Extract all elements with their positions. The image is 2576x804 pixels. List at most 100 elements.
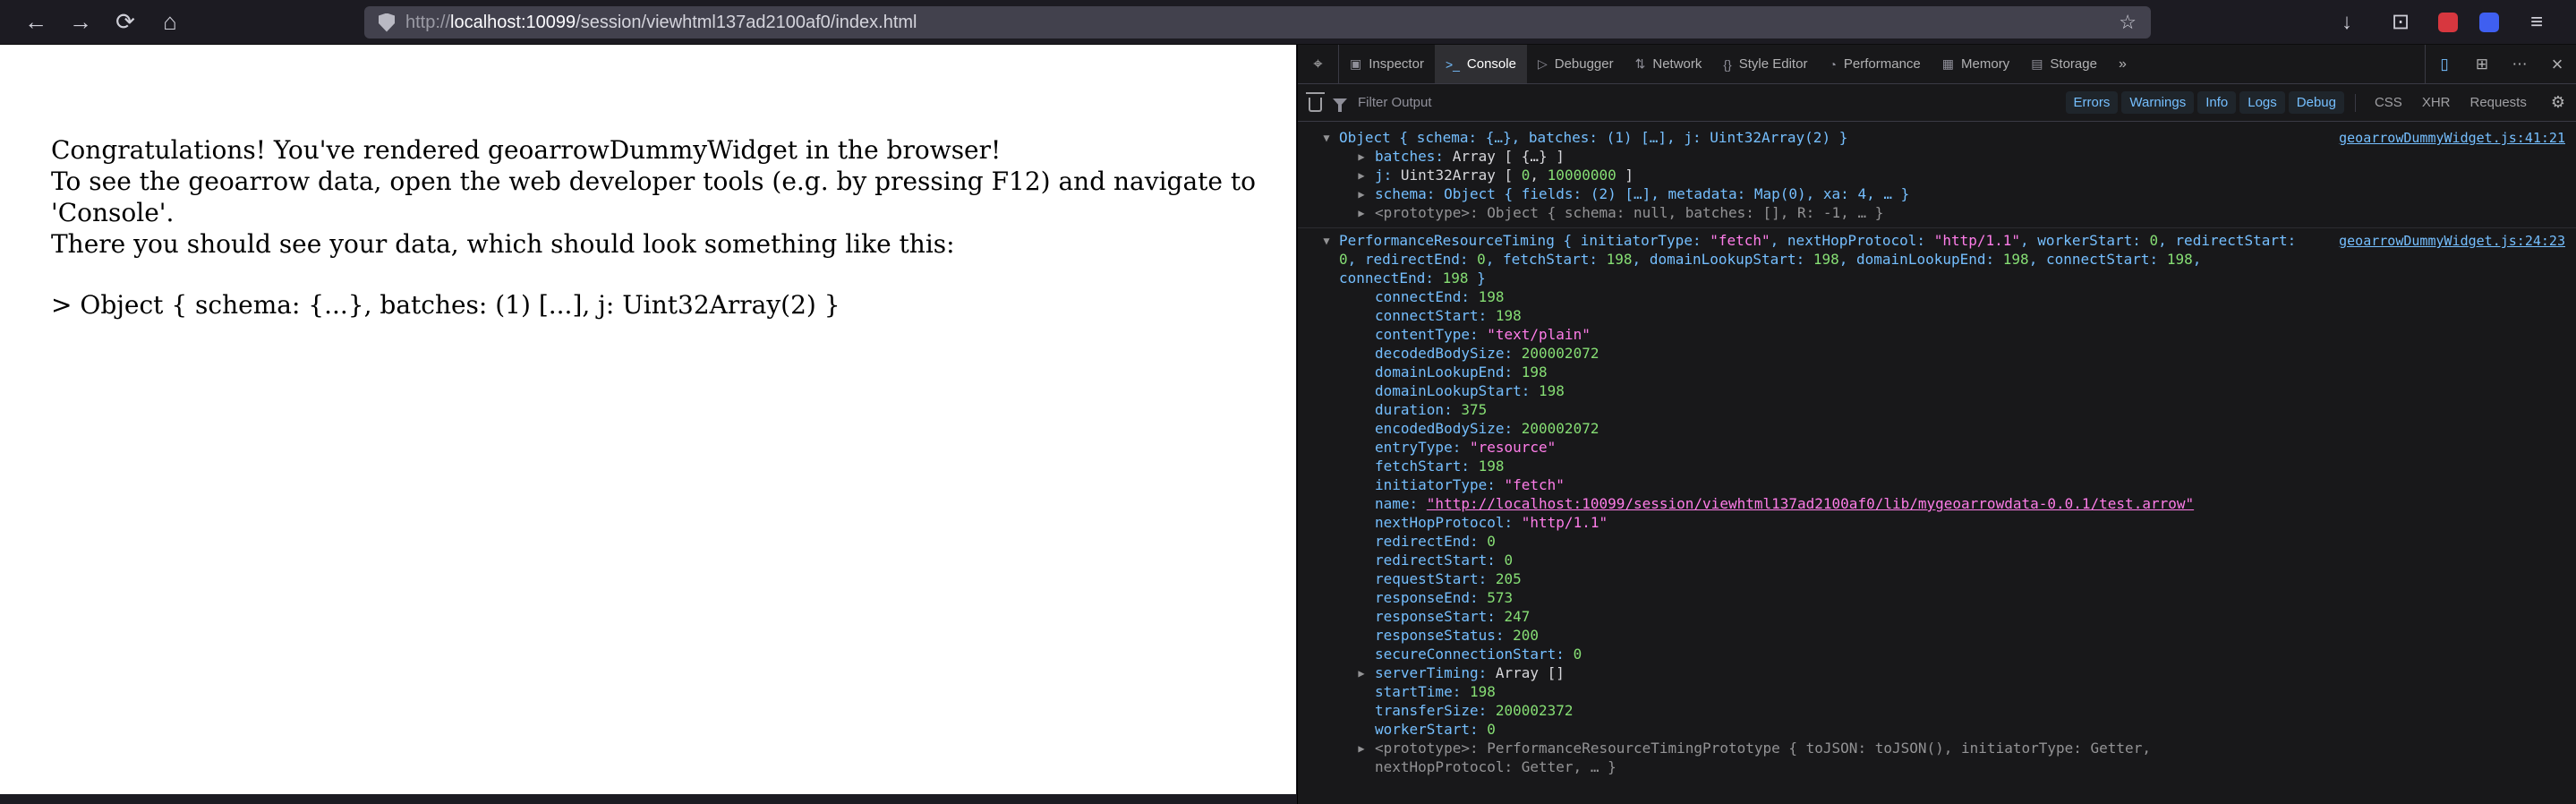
reload-icon[interactable]: ⟳ <box>109 6 141 38</box>
prop-prototype-object[interactable]: ▶ <prototype>: Object { schema: null, bat… <box>1298 203 2576 222</box>
console-message: duration: 375 <box>1375 401 1488 418</box>
prop-transferSize[interactable]: transferSize: 200002372 <box>1298 701 2576 720</box>
twisty-icon[interactable]: ▶ <box>1354 740 1369 757</box>
tab-performance[interactable]: ◔ Performance <box>1818 45 1931 83</box>
devtools-menu-icon[interactable]: ⋯ <box>2501 45 2538 83</box>
back-icon[interactable]: ← <box>20 6 52 38</box>
prop-connectStart[interactable]: connectStart: 198 <box>1298 306 2576 325</box>
page-paragraph: Congratulations! You've rendered geoarro… <box>51 134 1260 260</box>
tab-inspector[interactable]: ▣ Inspector <box>1339 45 1435 83</box>
prop-j[interactable]: ▶ j: Uint32Array [ 0, 10000000 ] <box>1298 166 2576 184</box>
twisty-icon[interactable]: ▶ <box>1354 186 1369 202</box>
prop-secureConnectionStart[interactable]: secureConnectionStart: 0 <box>1298 645 2576 663</box>
twisty-icon[interactable]: ▶ <box>1354 167 1369 184</box>
filter-button-xhr[interactable]: XHR <box>2414 91 2459 114</box>
prop-responseEnd[interactable]: responseEnd: 573 <box>1298 588 2576 607</box>
page-content: Congratulations! You've rendered geoarro… <box>0 45 1296 794</box>
prop-batches[interactable]: ▶ batches: Array [ {…} ] <box>1298 147 2576 166</box>
extension-icon-red[interactable] <box>2438 12 2458 32</box>
debugger-icon: ▷ <box>1537 56 1548 71</box>
extension-icon-blue[interactable] <box>2479 12 2499 32</box>
log-entry: ▼ Object { schema: {…}, batches: (1) […],… <box>1298 125 2576 228</box>
tab-label: Performance <box>1843 56 1921 72</box>
prop-redirectEnd[interactable]: redirectEnd: 0 <box>1298 532 2576 551</box>
prop-encodedBodySize[interactable]: encodedBodySize: 200002072 <box>1298 419 2576 438</box>
prop-responseStart[interactable]: responseStart: 247 <box>1298 607 2576 626</box>
tab-debugger[interactable]: ▷ Debugger <box>1527 45 1625 83</box>
home-icon[interactable]: ⌂ <box>154 6 186 38</box>
prop-contentType[interactable]: contentType: "text/plain" <box>1298 325 2576 344</box>
split-console-icon[interactable]: ⊞ <box>2463 45 2501 83</box>
log-performance-resource-timing[interactable]: ▼ PerformanceResourceTiming { initiatorTy… <box>1298 231 2576 287</box>
tab-console[interactable]: >_ Console <box>1434 45 1527 83</box>
extensions-icon[interactable]: ⊡ <box>2384 6 2417 38</box>
responsive-design-mode-icon[interactable]: ▯ <box>2426 45 2463 83</box>
console-message: name: "http://localhost:10099/session/vi… <box>1375 495 2195 512</box>
prop-workerStart[interactable]: workerStart: 0 <box>1298 720 2576 739</box>
console-output: ▼ Object { schema: {…}, batches: (1) […],… <box>1298 122 2576 804</box>
prop-fetchStart[interactable]: fetchStart: 198 <box>1298 457 2576 475</box>
close-devtools-icon[interactable]: × <box>2538 45 2576 83</box>
prop-initiatorType[interactable]: initiatorType: "fetch" <box>1298 475 2576 494</box>
twisty-icon[interactable]: ▶ <box>1354 205 1369 221</box>
source-location-link[interactable]: geoarrowDummyWidget.js:24:23 <box>2339 232 2565 251</box>
prop-decodedBodySize[interactable]: decodedBodySize: 200002072 <box>1298 344 2576 363</box>
console-settings-gear-icon[interactable]: ⚙ <box>2551 93 2565 112</box>
tab-style-editor[interactable]: {} Style Editor <box>1712 45 1818 83</box>
forward-icon[interactable]: → <box>64 6 97 38</box>
inspector-icon: ▣ <box>1350 56 1362 71</box>
console-message: contentType: "text/plain" <box>1375 326 1591 343</box>
console-icon: >_ <box>1445 56 1460 72</box>
prop-responseStatus[interactable]: responseStatus: 200 <box>1298 626 2576 645</box>
tab-network[interactable]: ⇅ Network <box>1625 45 1713 83</box>
filter-button-errors[interactable]: Errors <box>2065 91 2119 114</box>
prop-redirectStart[interactable]: redirectStart: 0 <box>1298 551 2576 569</box>
pick-element-icon[interactable]: ⌖ <box>1298 45 1339 83</box>
prop-startTime[interactable]: startTime: 198 <box>1298 682 2576 701</box>
console-message: connectStart: 198 <box>1375 307 1522 324</box>
prop-domainLookupStart[interactable]: domainLookupStart: 198 <box>1298 381 2576 400</box>
twisty-icon[interactable]: ▼ <box>1319 130 1334 146</box>
bookmark-star-icon[interactable]: ☆ <box>2119 11 2137 34</box>
filter-button-css[interactable]: CSS <box>2367 91 2410 114</box>
more-tabs-icon[interactable]: » <box>2108 45 2137 83</box>
filter-button-logs[interactable]: Logs <box>2239 91 2285 114</box>
url-text[interactable]: http://localhost:10099/session/viewhtml1… <box>405 13 917 33</box>
prop-connectEnd[interactable]: connectEnd: 198 <box>1298 287 2576 306</box>
twisty-icon[interactable]: ▶ <box>1354 149 1369 165</box>
console-message: requestStart: 205 <box>1375 570 1522 587</box>
prop-serverTiming[interactable]: ▶ serverTiming: Array [] <box>1298 663 2576 682</box>
tab-label: Inspector <box>1369 56 1424 72</box>
filter-button-info[interactable]: Info <box>2197 91 2237 114</box>
filter-button-debug[interactable]: Debug <box>2288 91 2344 114</box>
prop-requestStart[interactable]: requestStart: 205 <box>1298 569 2576 588</box>
console-message: Object { schema: {…}, batches: (1) […], … <box>1339 129 1848 146</box>
prop-entryType[interactable]: entryType: "resource" <box>1298 438 2576 457</box>
filter-button-requests[interactable]: Requests <box>2461 91 2534 114</box>
prop-duration[interactable]: duration: 375 <box>1298 400 2576 419</box>
tab-storage[interactable]: ▤ Storage <box>2020 45 2108 83</box>
url-bar[interactable]: http://localhost:10099/session/viewhtml1… <box>364 6 2151 38</box>
tab-label: Storage <box>2050 56 2097 72</box>
clear-console-icon[interactable] <box>1306 92 1325 112</box>
prop-domainLookupEnd[interactable]: domainLookupEnd: 198 <box>1298 363 2576 381</box>
prop-name[interactable]: name: "http://localhost:10099/session/vi… <box>1298 494 2576 513</box>
filter-button-warnings[interactable]: Warnings <box>2121 91 2195 114</box>
tab-memory[interactable]: ▦ Memory <box>1932 45 2020 83</box>
filter-output-input[interactable] <box>1356 94 2055 111</box>
twisty-icon[interactable]: ▼ <box>1319 233 1334 249</box>
source-location-link[interactable]: geoarrowDummyWidget.js:41:21 <box>2339 129 2565 148</box>
prop-schema[interactable]: ▶ schema: Object { fields: (2) […], metad… <box>1298 184 2576 203</box>
url-path: /session/viewhtml137ad2100af0/index.html <box>576 12 917 32</box>
prop-prototype-performance[interactable]: ▶ <prototype>: PerformanceResourceTimingP… <box>1298 739 2576 776</box>
download-icon[interactable]: ↓ <box>2331 6 2363 38</box>
console-message: serverTiming: Array [] <box>1375 664 1565 681</box>
page-line-3: There you should see your data, which sh… <box>51 229 955 259</box>
prop-nextHopProtocol[interactable]: nextHopProtocol: "http/1.1" <box>1298 513 2576 532</box>
console-message: decodedBodySize: 200002072 <box>1375 345 1599 362</box>
tracking-protection-shield-icon[interactable] <box>379 13 395 32</box>
log-object[interactable]: ▼ Object { schema: {…}, batches: (1) […],… <box>1298 128 2576 147</box>
twisty-icon[interactable]: ▶ <box>1354 665 1369 681</box>
menu-icon[interactable]: ≡ <box>2521 6 2553 38</box>
tab-label: Network <box>1652 56 1702 72</box>
